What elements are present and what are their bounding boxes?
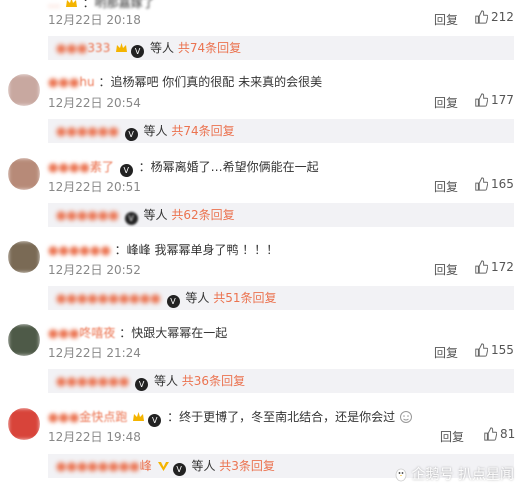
sub-user-name: ●●●●●●●● [56,459,140,473]
sub-others: 等人 [153,374,178,388]
crown-icon [157,462,169,471]
comment-text: 峰峰 我幂幂单身了鸭 ！！！ [126,243,279,257]
like-button[interactable]: 81 [483,427,515,441]
thumbs-up-icon [475,260,489,274]
sub-total[interactable]: 共74条回复 [178,41,241,55]
reply-button[interactable]: 回复 [434,178,458,195]
like-count: 81 [500,427,516,441]
reply-button[interactable]: 回复 [434,261,458,278]
crown-icon [133,412,145,421]
vip-badge-icon: V [135,378,149,391]
sub-others: 等人 [143,208,168,222]
username: 咚嘻夜 [79,326,116,340]
thumbs-up-icon [484,427,498,441]
like-button[interactable]: 177 [474,93,514,107]
comment-text: 终于更博了，冬至南北结合，还是你会过 [179,410,396,424]
comment-text: 快跟大幂幂在一起 [131,326,228,340]
comment-line: … ：哟那嘉嫁了 [48,0,155,11]
username[interactable]: ●●● [48,75,79,89]
comment-date: 12月22日 20:54 [48,96,141,110]
avatar[interactable] [8,324,40,356]
sub-others: 等人 [143,124,168,138]
sub-others: 等人 [149,41,174,55]
like-count: 177 [491,93,514,107]
like-count: 172 [491,260,514,274]
sub-user-name: ●●● [56,41,88,55]
avatar[interactable] [8,241,40,273]
like-button[interactable]: 172 [474,260,514,274]
reply-summary[interactable]: ●●●●●● V 等人 共74条回复 [48,119,514,143]
avatar[interactable] [8,408,40,440]
username: 素了 [89,160,114,174]
comment-text: 杨幂离婚了…希望你俩能在一起 [150,160,319,174]
vip-badge-icon: V [131,45,145,58]
comment-date: 12月22日 21:24 [48,346,141,360]
username[interactable]: … [48,0,60,10]
sub-user-name: 333 [87,41,111,55]
comment-text: 追杨幂吧 你们真的很配 未来真的会很美 [110,75,323,89]
vip-badge-icon: V [172,463,186,476]
username[interactable]: ●●●●●● [48,243,111,257]
sub-user-name: ●●●●●●●●●● [56,291,161,305]
reply-button[interactable]: 回复 [440,428,464,445]
thumbs-up-icon [475,10,489,24]
sub-total[interactable]: 共36条回复 [182,374,245,388]
like-count: 212 [491,10,514,24]
emoji-icon [399,411,412,423]
reply-summary[interactable]: ●●●●●●● V 等人 共36条回复 [48,369,514,393]
comment-date: 12月22日 20:18 [48,13,141,27]
reply-button[interactable]: 回复 [434,11,458,28]
reply-summary[interactable]: ●●●●●●●●●● V 等人 共51条回复 [48,286,514,310]
sub-total[interactable]: 共3条回复 [219,459,275,473]
thumbs-up-icon [475,177,489,191]
sub-user-name: ●●●●●● [56,124,119,138]
comment-date: 12月22日 19:48 [48,430,141,444]
crown-icon [116,43,128,52]
sub-total[interactable]: 共62条回复 [171,208,234,222]
sub-others: 等人 [191,459,216,473]
sub-total[interactable]: 共51条回复 [213,291,276,305]
vip-badge-icon: V [124,212,138,225]
reply-button[interactable]: 回复 [434,344,458,361]
vip-badge-icon: V [119,164,133,177]
comment-line: ●●●hu ：追杨幂吧 你们真的很配 未来真的会很美 [48,75,323,89]
penguin-icon [395,468,406,482]
watermark-text: 企鹅号 扒点星闻 [411,467,514,483]
vip-badge-icon: V [166,295,180,308]
thumbs-up-icon [475,93,489,107]
comment-text: 哟那嘉嫁了 [94,0,155,10]
reply-summary[interactable]: ●●●●●● V 等人 共62条回复 [48,203,514,227]
comment-date: 12月22日 20:52 [48,263,141,277]
comment-line: ●●●金快点跑 V ：终于更博了，冬至南北结合，还是你会过 [48,408,413,427]
sub-user-name: ●●●●●● [56,208,119,222]
like-button[interactable]: 165 [474,177,514,191]
avatar[interactable] [8,158,40,190]
reply-summary[interactable]: ●●●333 V 等人 共74条回复 [48,36,514,60]
username: hu [79,75,95,89]
username[interactable]: ●●● [48,410,79,424]
crown-icon [65,0,77,7]
like-count: 155 [491,343,514,357]
like-count: 165 [491,177,514,191]
reply-button[interactable]: 回复 [434,94,458,111]
sub-user-name: 峰 [139,459,152,473]
thumbs-up-icon [475,343,489,357]
sub-total[interactable]: 共74条回复 [171,124,234,138]
sub-others: 等人 [185,291,210,305]
like-button[interactable]: 212 [474,10,514,24]
comment-line: ●●●●素了 V ：杨幂离婚了…希望你俩能在一起 [48,160,319,177]
vip-badge-icon: V [124,128,138,141]
like-button[interactable]: 155 [474,343,514,357]
comment-line: ●●●●●● ：峰峰 我幂幂单身了鸭 ！！！ [48,243,279,257]
username: 金快点跑 [79,410,128,424]
comment-date: 12月22日 20:51 [48,180,141,194]
avatar[interactable] [8,74,40,106]
sub-user-name: ●●●●●●● [56,374,130,388]
comment-line: ●●●咚嘻夜 ：快跟大幂幂在一起 [48,326,228,340]
username[interactable]: ●●●● [48,160,90,174]
username[interactable]: ●●● [48,326,79,340]
vip-badge-icon: V [148,414,162,427]
watermark: 企鹅号 扒点星闻 [393,464,514,484]
